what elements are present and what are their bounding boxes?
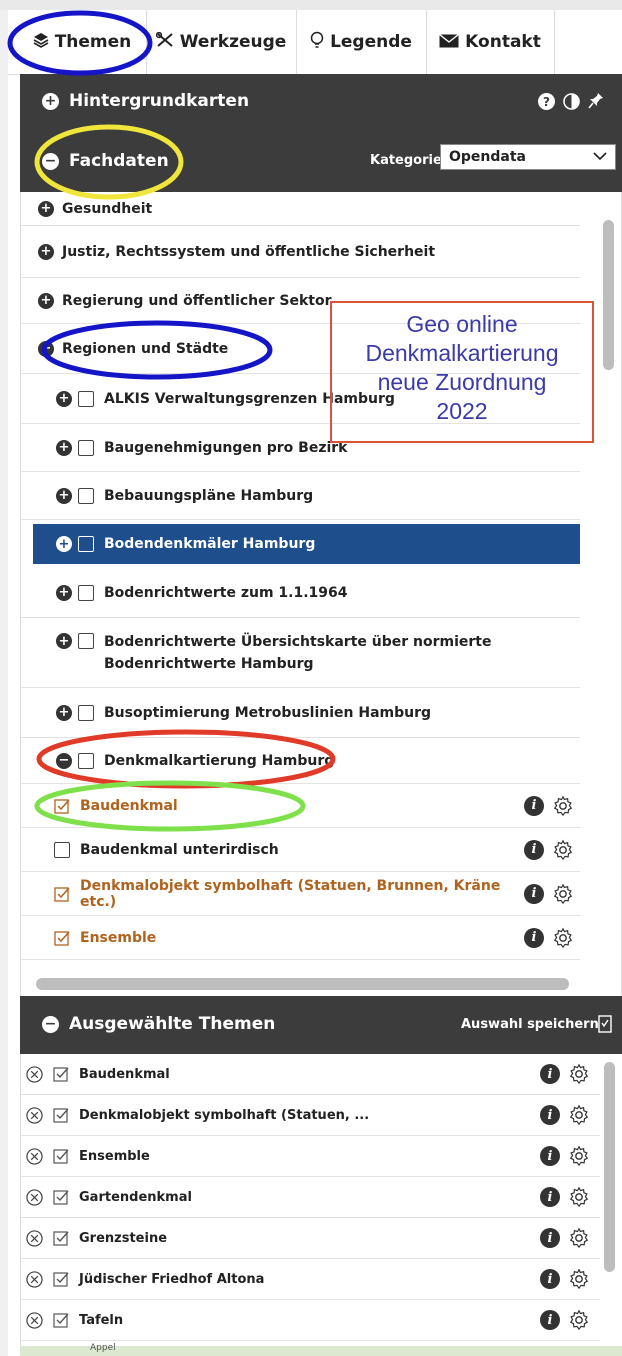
red-circle-denkmal	[36, 729, 336, 789]
green-circle-baudenkmal	[34, 780, 306, 832]
blue-circle-themen	[7, 10, 153, 76]
annotation-text: Geo online Denkmalkartierung neue Zuordn…	[331, 310, 593, 426]
annotation-line: neue Zuordnung	[377, 369, 547, 395]
annotation-line: 2022	[436, 398, 488, 424]
yellow-circle-fachdaten	[34, 124, 184, 200]
annotation-line: Denkmalkartierung	[365, 340, 559, 366]
annotation-line: Geo online	[406, 311, 518, 337]
annotation-overlay	[7, 10, 594, 832]
blue-circle-regionen	[41, 320, 273, 380]
